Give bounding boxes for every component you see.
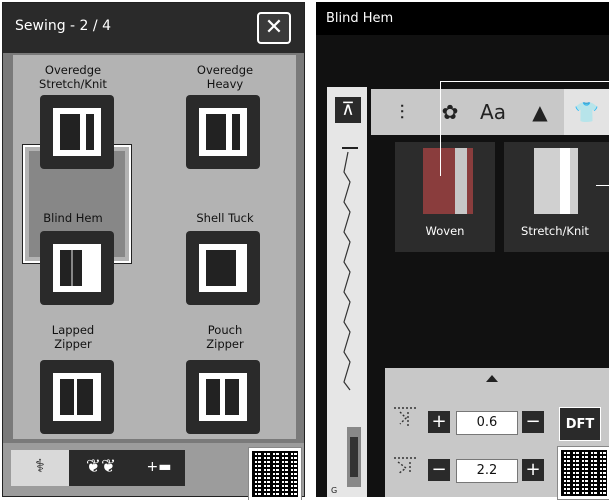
pouch-zipper-icon: [199, 373, 247, 421]
lapped-zipper-button[interactable]: [40, 360, 114, 434]
width-increase-button[interactable]: +: [428, 411, 450, 433]
collapse-arrow-icon[interactable]: [486, 375, 498, 382]
page-title: Sewing - 2 / 4: [15, 18, 111, 34]
item-label-blind-hem: Blind Hem: [43, 211, 103, 225]
item-label-lapped-zipper: Lapped Zipper: [51, 323, 95, 351]
presser-foot-letter: G: [331, 486, 338, 495]
overedge-heavy-button[interactable]: [186, 95, 260, 169]
blind-hem-stitch-preview: [342, 147, 358, 391]
woven-label: Woven: [425, 224, 465, 238]
overedge-heavy-icon: [199, 108, 247, 156]
width-decrease-button[interactable]: −: [522, 411, 544, 433]
stretch-knit-label: Stretch/Knit: [521, 224, 589, 238]
presser-foot-icon: [347, 427, 361, 487]
length-decrease-button[interactable]: −: [428, 459, 450, 481]
utility-stitch-tab[interactable]: ⚕: [11, 450, 69, 486]
combine-tab[interactable]: +▬: [133, 450, 185, 486]
item-label-shell-tuck: Shell Tuck: [196, 211, 254, 225]
decorative-stitch-tab[interactable]: ❦❦: [69, 450, 133, 486]
length-increase-button[interactable]: +: [522, 459, 544, 481]
default-button[interactable]: DFT: [559, 407, 601, 441]
top-align-button[interactable]: ⊼: [335, 97, 361, 123]
stitch-length-icon: [394, 457, 416, 475]
stitch-width-icon: [394, 407, 416, 426]
callout-line: [596, 185, 609, 186]
stitch-selection-panel: Sewing - 2 / 4 ✕ Overedge Stretch/Knit Ov…: [2, 2, 305, 500]
shell-tuck-button[interactable]: [186, 231, 260, 305]
page-title: Blind Hem: [326, 11, 394, 26]
close-button[interactable]: ✕: [257, 12, 291, 44]
lapped-zipper-icon: [53, 373, 101, 421]
callout-line: [440, 81, 609, 176]
pouch-zipper-button[interactable]: [186, 360, 260, 434]
stitch-width-value: 0.6: [456, 411, 518, 435]
item-label-overedge-stretch-knit: Overedge Stretch/Knit: [39, 63, 107, 91]
stitch-length-value: 2.2: [456, 459, 518, 483]
blind-hem-button[interactable]: [40, 231, 114, 305]
shell-tuck-icon: [199, 244, 247, 292]
overedge-stretch-knit-button[interactable]: [40, 95, 114, 169]
stitch-detail-panel: Blind Hem ⊼ G ⫶ ✿ Aa ▲ 👕 Woven Stretch/K…: [316, 2, 609, 500]
qr-code-icon[interactable]: [248, 447, 302, 500]
overedge-stretch-knit-icon: [53, 108, 101, 156]
item-label-pouch-zipper: Pouch Zipper: [206, 323, 244, 351]
stitch-category-tab[interactable]: ⫶: [383, 89, 421, 135]
blind-hem-icon: [53, 244, 101, 292]
qr-code-icon[interactable]: [557, 446, 609, 500]
item-label-overedge-heavy: Overedge Heavy: [196, 63, 254, 91]
